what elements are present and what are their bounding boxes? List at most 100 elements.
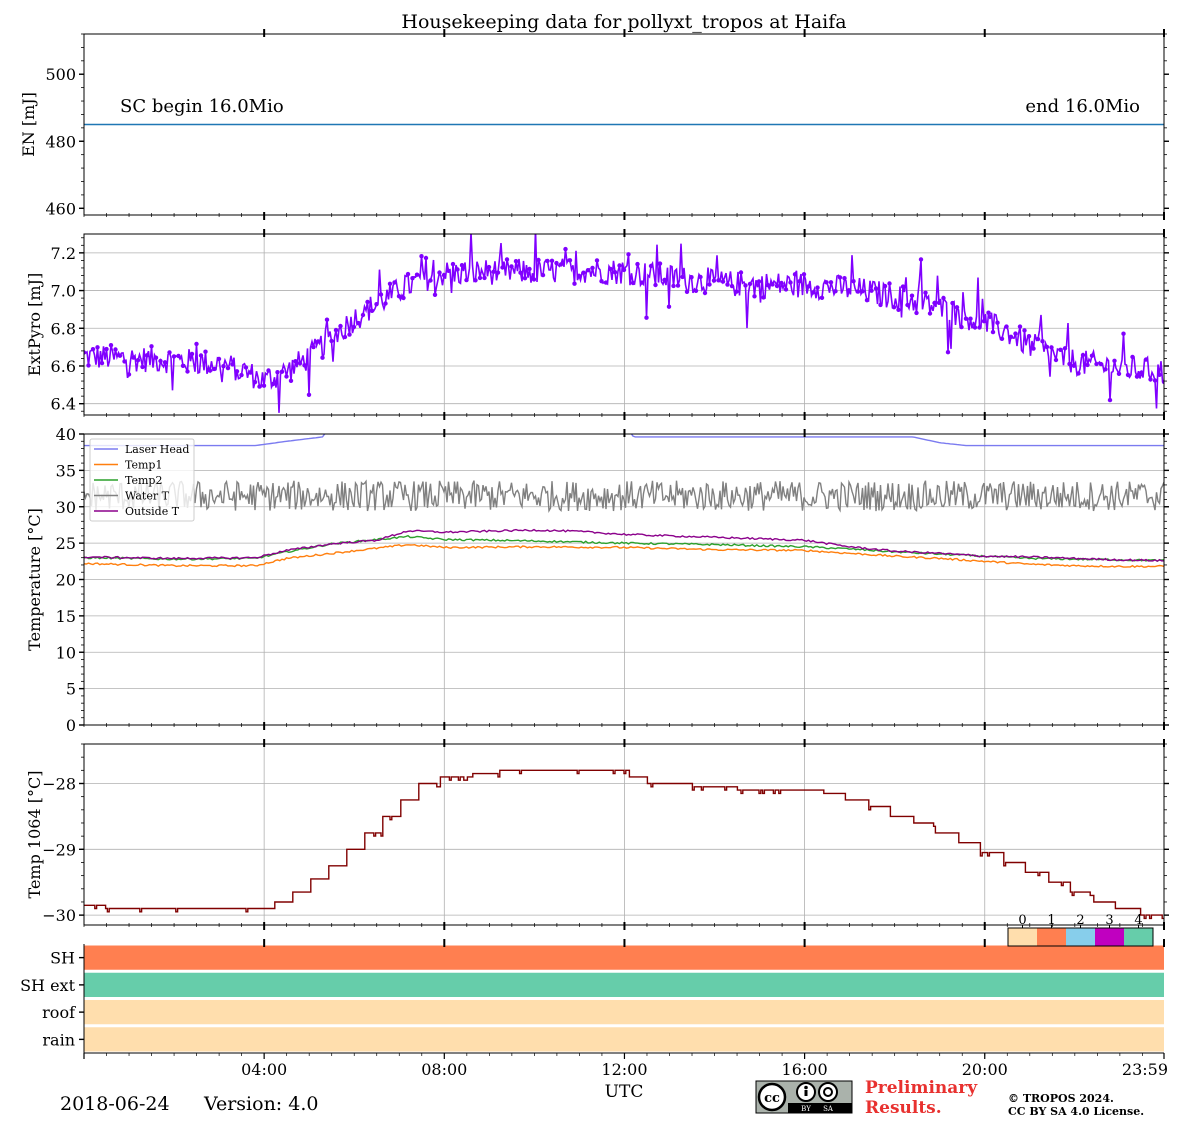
extpyro-point	[117, 353, 123, 358]
extpyro-point	[423, 255, 429, 261]
y-tick-label: −28	[42, 774, 76, 793]
legend-entry: Outside T	[125, 505, 180, 518]
extpyro-point	[441, 272, 447, 278]
extpyro-point	[495, 270, 501, 275]
extpyro-point	[581, 270, 586, 275]
extpyro-point	[779, 280, 784, 286]
extpyro-point	[491, 269, 496, 274]
y-tick-label: 20	[56, 571, 76, 590]
extpyro-point	[1107, 397, 1113, 403]
extpyro-point	[288, 378, 294, 383]
extpyro-point	[824, 280, 829, 285]
extpyro-point	[311, 344, 316, 350]
extpyro-point	[554, 260, 559, 266]
copyright-line2: CC BY SA 4.0 License.	[1008, 1105, 1144, 1118]
extpyro-point	[126, 372, 132, 377]
y-axis-label-temperature: Temperature [°C]	[25, 508, 44, 651]
extpyro-point	[927, 311, 933, 316]
y-tick-label: 6.4	[51, 395, 76, 414]
colorbar-tick-label: 4	[1134, 913, 1142, 928]
extpyro-point	[446, 268, 451, 273]
extpyro-point	[522, 276, 528, 281]
sa-icon	[818, 1082, 838, 1102]
extpyro-point	[473, 278, 478, 283]
status-row-sh-ext	[84, 972, 1164, 997]
extpyro-point	[365, 299, 370, 305]
extpyro-point	[707, 282, 712, 287]
extpyro-point	[1112, 358, 1117, 363]
extpyro-point	[1026, 334, 1032, 339]
extpyro-point	[923, 290, 928, 295]
extpyro-point	[900, 284, 906, 289]
y-tick-label: 6.8	[51, 319, 76, 338]
by-label: BY	[801, 1105, 811, 1113]
extpyro-point	[513, 259, 519, 264]
temperature-legend: Laser Head Temp1 Temp2 Water T Outside T	[89, 438, 195, 522]
extpyro-point	[500, 265, 505, 270]
extpyro-point	[1049, 345, 1054, 350]
extpyro-point	[432, 292, 438, 297]
extpyro-point	[815, 285, 820, 290]
x-tick-label: 23:59	[1122, 1060, 1168, 1079]
extpyro-point	[851, 279, 856, 284]
extpyro-point	[806, 284, 811, 289]
extpyro-point	[108, 343, 114, 348]
extpyro-point	[1067, 361, 1072, 367]
y-tick-label: 5	[66, 680, 76, 699]
extpyro-point	[329, 338, 334, 344]
extpyro-point	[284, 374, 289, 379]
extpyro-point	[342, 334, 348, 340]
extpyro-point	[167, 350, 172, 355]
extpyro-point	[540, 272, 546, 278]
y-axis-label-extpyro: ExtPyro [mJ]	[25, 273, 44, 376]
extpyro-point	[563, 246, 568, 252]
x-tick-label: 08:00	[421, 1060, 467, 1079]
extpyro-point	[932, 300, 937, 306]
status-row-label: roof	[42, 1003, 76, 1022]
extpyro-point	[239, 372, 244, 378]
y-tick-label: 500	[45, 65, 76, 84]
extpyro-point	[104, 346, 109, 352]
extpyro-point	[1103, 367, 1108, 372]
colorbar-tick-label: 1	[1047, 913, 1055, 928]
extpyro-point	[905, 302, 910, 308]
extpyro-point	[1098, 361, 1104, 367]
extpyro-point	[477, 275, 483, 281]
y-axis-label-temp1064: Temp 1064 [°C]	[25, 771, 44, 899]
extpyro-point	[158, 358, 163, 364]
extpyro-point	[1139, 370, 1144, 375]
extpyro-point	[783, 287, 789, 292]
extpyro-point	[464, 277, 469, 283]
extpyro-point	[207, 368, 213, 373]
extpyro-point	[203, 349, 208, 354]
extpyro-point	[617, 263, 622, 268]
extpyro-point	[1017, 324, 1023, 329]
extpyro-point	[135, 358, 141, 363]
extpyro-point	[1044, 344, 1050, 350]
extpyro-point	[1058, 347, 1063, 352]
extpyro-point	[954, 305, 960, 310]
extpyro-point	[401, 295, 406, 301]
extpyro-point	[909, 293, 915, 298]
extpyro-point	[324, 317, 330, 322]
extpyro-point	[635, 261, 640, 267]
extpyro-point	[1040, 339, 1045, 344]
y-tick-label: 10	[56, 643, 76, 662]
extpyro-point	[302, 363, 307, 368]
extpyro-point	[959, 324, 964, 330]
extpyro-point	[531, 277, 537, 282]
y-tick-label: 40	[56, 425, 76, 444]
extpyro-point	[387, 281, 393, 286]
extpyro-point	[630, 280, 636, 286]
y-tick-label: −30	[42, 906, 76, 925]
extpyro-point	[176, 353, 181, 359]
extpyro-point	[320, 355, 325, 360]
extpyro-point	[599, 279, 604, 284]
extpyro-point	[788, 280, 793, 285]
extpyro-point	[405, 271, 411, 277]
extpyro-point	[666, 304, 672, 309]
extpyro-point	[680, 274, 685, 280]
extpyro-point	[1143, 357, 1149, 362]
extpyro-point	[594, 258, 600, 263]
extpyro-point	[945, 350, 951, 355]
